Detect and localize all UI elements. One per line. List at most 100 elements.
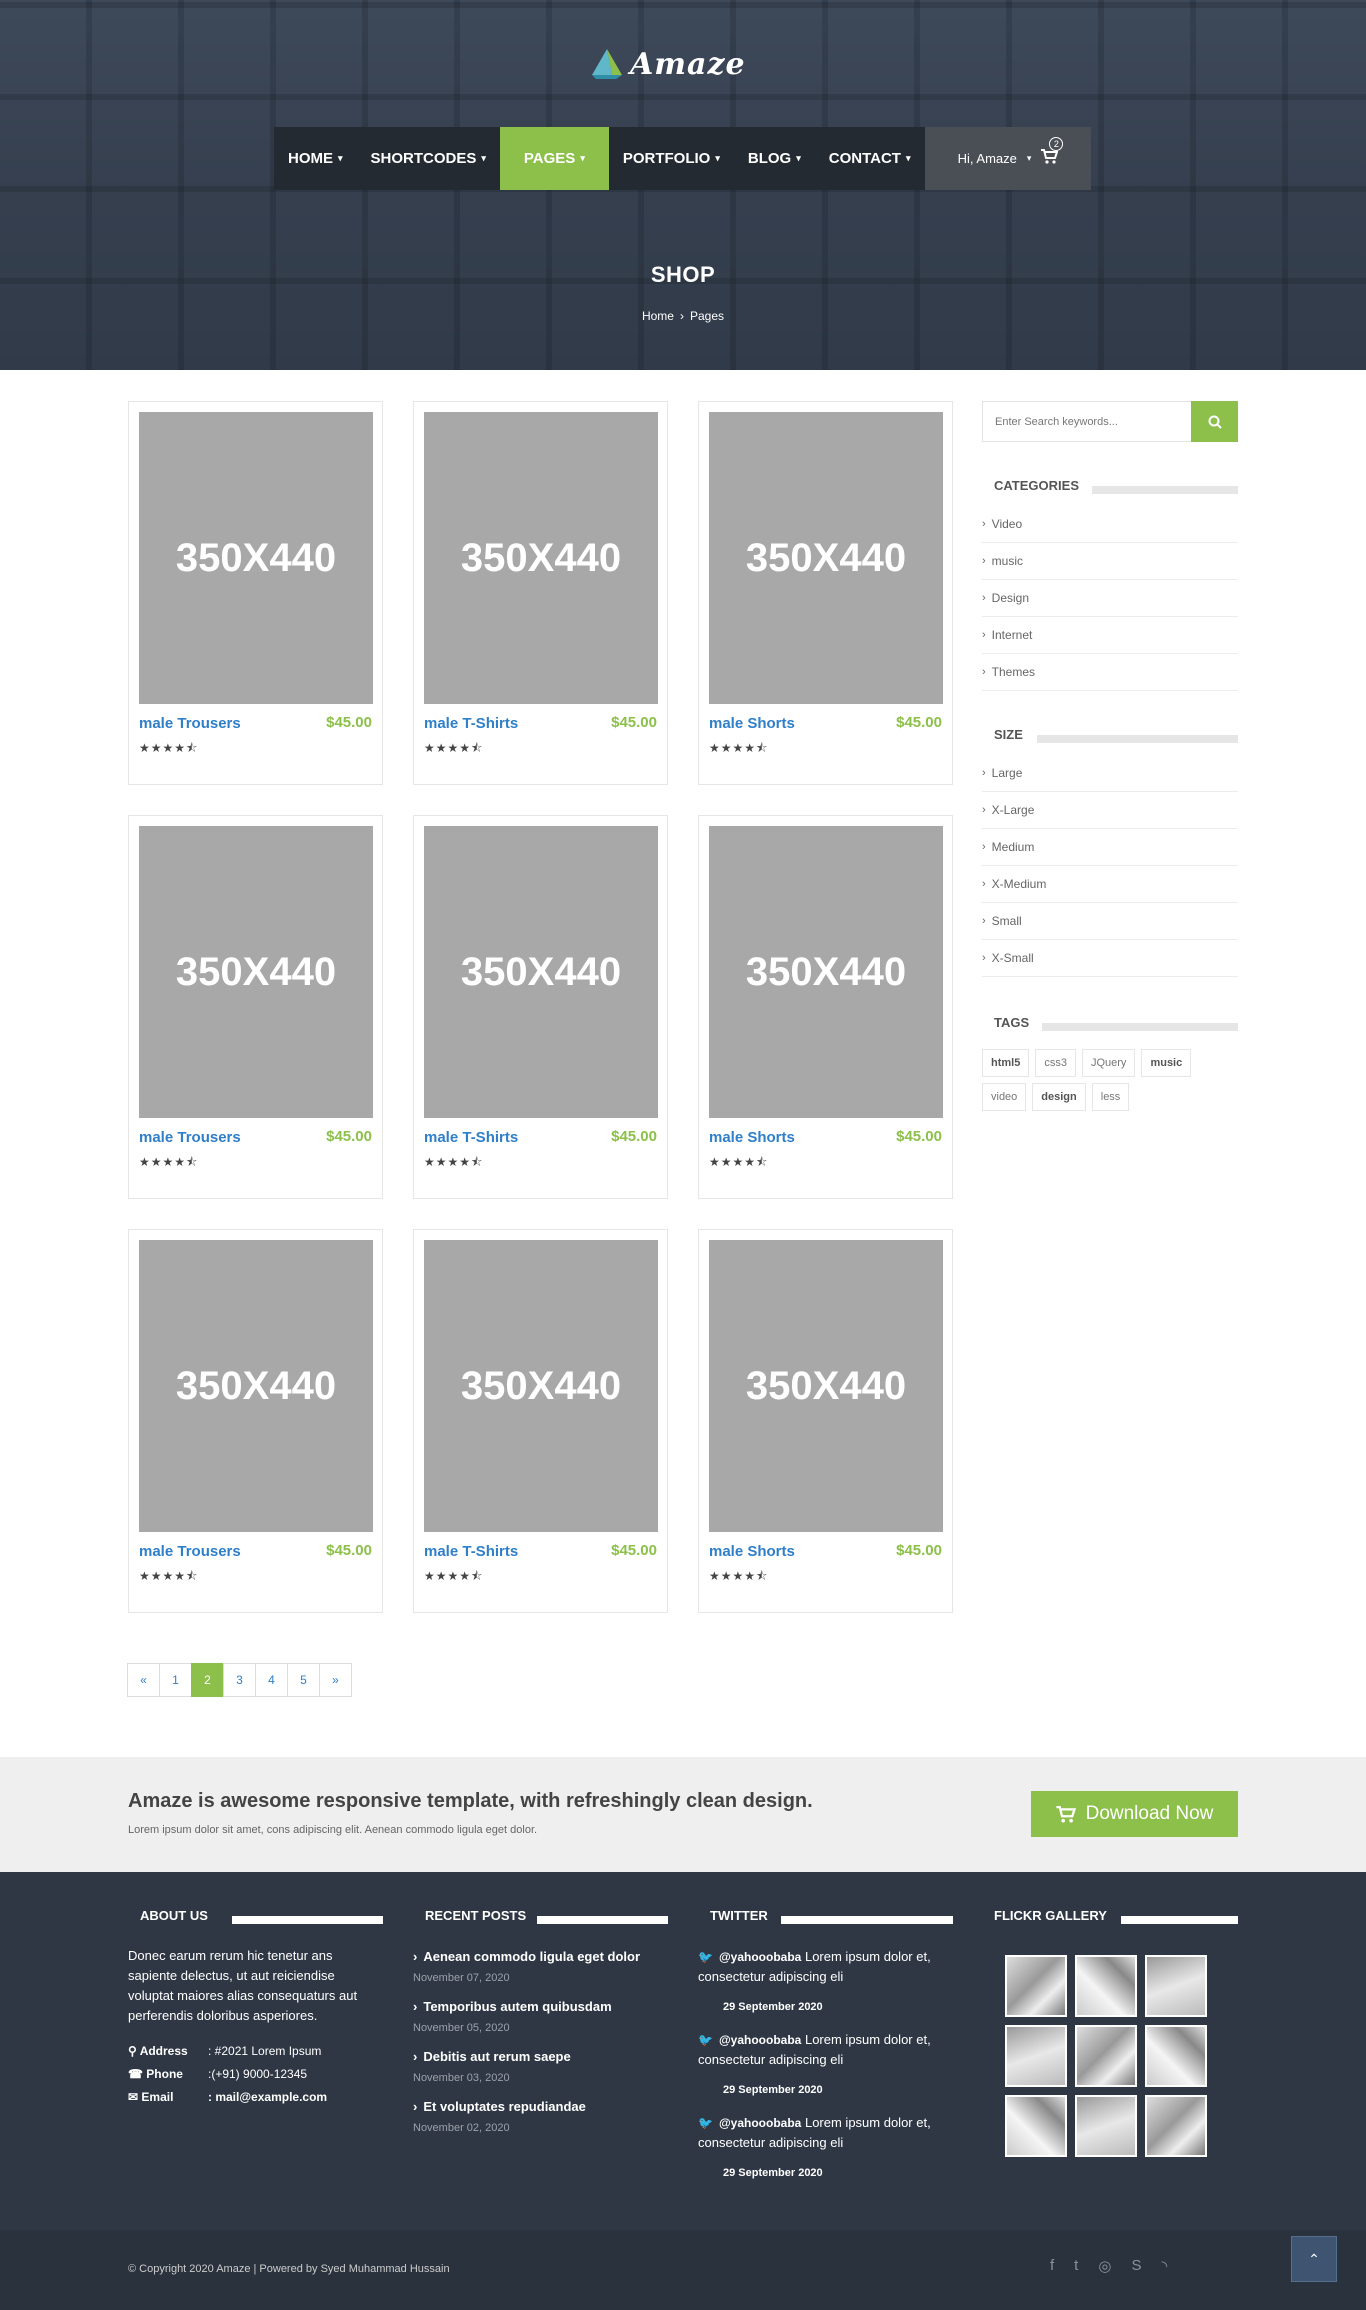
product-name[interactable]: male T-Shirts <box>424 1129 518 1146</box>
breadcrumb-pages: Pages <box>689 309 725 323</box>
product-image[interactable]: 350X440 <box>139 1240 373 1532</box>
product-card[interactable]: 350X440 male Trousers $45.00 ★★★★⯪ <box>128 401 383 785</box>
pagination-page[interactable]: 4 <box>255 1663 288 1697</box>
rss-icon[interactable]: ◝ <box>1161 2257 1167 2275</box>
product-card[interactable]: 350X440 male Shorts $45.00 ★★★★⯪ <box>698 1229 953 1613</box>
search-input[interactable] <box>982 401 1191 442</box>
size-item[interactable]: › Small <box>982 903 1238 940</box>
product-card[interactable]: 350X440 male T-Shirts $45.00 ★★★★⯪ <box>413 815 668 1199</box>
gallery-thumbnail[interactable] <box>1145 1955 1207 2017</box>
product-image[interactable]: 350X440 <box>424 412 658 704</box>
nav-item-blog[interactable]: BLOG ▾ <box>734 127 815 190</box>
product-image[interactable]: 350X440 <box>139 826 373 1118</box>
product-card[interactable]: 350X440 male Trousers $45.00 ★★★★⯪ <box>128 815 383 1199</box>
site-logo[interactable]: Amaze <box>590 44 746 84</box>
product-image[interactable]: 350X440 <box>424 826 658 1118</box>
category-item[interactable]: › Internet <box>982 617 1238 654</box>
user-menu[interactable]: Hi, Amaze ▾ 2 <box>925 127 1091 190</box>
chevron-up-icon: ⌃ <box>1308 2250 1320 2267</box>
gallery-thumbnail[interactable] <box>1005 2025 1067 2087</box>
recent-post[interactable]: › Temporibus autem quibusdam November 05, … <box>413 1999 673 2034</box>
facebook-icon[interactable]: f <box>1050 2257 1054 2275</box>
back-to-top-button[interactable]: ⌃ <box>1291 2236 1337 2282</box>
product-image[interactable]: 350X440 <box>139 412 373 704</box>
gallery-thumbnail[interactable] <box>1075 2095 1137 2157</box>
download-now-button[interactable]: Download Now <box>1031 1791 1238 1837</box>
recent-post[interactable]: › Aenean commodo ligula eget dolor Novembe… <box>413 1949 673 1984</box>
cart-icon[interactable]: 2 <box>1041 136 1064 169</box>
footer-title-twitter: TWITTER <box>710 1908 768 1923</box>
skype-icon[interactable]: S <box>1131 2257 1141 2275</box>
recent-post[interactable]: › Et voluptates repudiandae November 02, 2… <box>413 2099 673 2134</box>
product-card[interactable]: 350X440 male T-Shirts $45.00 ★★★★⯪ <box>413 1229 668 1613</box>
chevron-right-icon: › <box>413 2099 418 2114</box>
product-card[interactable]: 350X440 male T-Shirts $45.00 ★★★★⯪ <box>413 401 668 785</box>
pagination-next[interactable]: » <box>319 1663 352 1697</box>
tag[interactable]: css3 <box>1035 1049 1076 1077</box>
twitter-icon[interactable]: t <box>1074 2257 1078 2275</box>
star-rating: ★★★★⯪ <box>709 1569 769 1583</box>
product-card[interactable]: 350X440 male Shorts $45.00 ★★★★⯪ <box>698 815 953 1199</box>
size-item[interactable]: › X-Large <box>982 792 1238 829</box>
pagination: « 1 2 3 4 5 » <box>127 1663 352 1697</box>
product-name[interactable]: male T-Shirts <box>424 1543 518 1560</box>
dribbble-icon[interactable]: ◎ <box>1098 2257 1111 2275</box>
product-name[interactable]: male Shorts <box>709 715 795 732</box>
star-rating: ★★★★⯪ <box>139 1569 199 1583</box>
category-item[interactable]: › Themes <box>982 654 1238 691</box>
product-name[interactable]: male Trousers <box>139 715 241 732</box>
gallery-thumbnail[interactable] <box>1075 2025 1137 2087</box>
phone-icon: ☎ <box>128 2067 143 2081</box>
product-name[interactable]: male T-Shirts <box>424 715 518 732</box>
nav-item-portfolio[interactable]: PORTFOLIO ▾ <box>609 127 734 190</box>
pagination-page-current[interactable]: 2 <box>191 1663 224 1697</box>
product-name[interactable]: male Shorts <box>709 1129 795 1146</box>
recent-post[interactable]: › Debitis aut rerum saepe November 03, 202… <box>413 2049 673 2084</box>
gallery-thumbnail[interactable] <box>1145 2025 1207 2087</box>
gallery-thumbnail[interactable] <box>1005 1955 1067 2017</box>
product-name[interactable]: male Trousers <box>139 1543 241 1560</box>
star-rating: ★★★★⯪ <box>709 741 769 755</box>
pagination-prev[interactable]: « <box>127 1663 160 1697</box>
pagination-page[interactable]: 5 <box>287 1663 320 1697</box>
size-item[interactable]: › Large <box>982 755 1238 792</box>
breadcrumb-home[interactable]: Home <box>642 309 674 323</box>
product-name[interactable]: male Trousers <box>139 1129 241 1146</box>
tag[interactable]: design <box>1032 1083 1086 1111</box>
nav-item-home[interactable]: HOME ▾ <box>274 127 357 190</box>
size-list: › Large › X-Large › Medium › X-Medium › Small… <box>982 755 1238 977</box>
category-item[interactable]: › Design <box>982 580 1238 617</box>
product-image[interactable]: 350X440 <box>709 826 943 1118</box>
widget-title-size: SIZE <box>994 727 1023 742</box>
size-item[interactable]: › Medium <box>982 829 1238 866</box>
product-card[interactable]: 350X440 male Shorts $45.00 ★★★★⯪ <box>698 401 953 785</box>
nav-item-pages[interactable]: PAGES ▾ <box>499 127 609 190</box>
nav-item-contact[interactable]: CONTACT ▾ <box>815 127 925 190</box>
star-rating: ★★★★⯪ <box>424 1569 484 1583</box>
size-item[interactable]: › X-Medium <box>982 866 1238 903</box>
product-card[interactable]: 350X440 male Trousers $45.00 ★★★★⯪ <box>128 1229 383 1613</box>
pagination-page[interactable]: 1 <box>159 1663 192 1697</box>
search-button[interactable] <box>1191 401 1238 442</box>
gallery-thumbnail[interactable] <box>1075 1955 1137 2017</box>
chevron-right-icon: › <box>413 2049 418 2064</box>
gallery-thumbnail[interactable] <box>1005 2095 1067 2157</box>
category-item[interactable]: › music <box>982 543 1238 580</box>
product-image[interactable]: 350X440 <box>709 1240 943 1532</box>
nav-item-shortcodes[interactable]: SHORTCODES ▾ <box>357 127 500 190</box>
tag[interactable]: html5 <box>982 1049 1030 1077</box>
tag[interactable]: video <box>982 1083 1027 1111</box>
gallery-thumbnail[interactable] <box>1145 2095 1207 2157</box>
product-name[interactable]: male Shorts <box>709 1543 795 1560</box>
category-item[interactable]: › Video <box>982 506 1238 543</box>
page: { "brand": {"name": "Amaze", "accent": "… <box>0 0 1366 2310</box>
chevron-right-icon: › <box>982 841 986 853</box>
page-title: SHOP <box>650 262 716 287</box>
pagination-page[interactable]: 3 <box>223 1663 256 1697</box>
tag[interactable]: less <box>1091 1083 1130 1111</box>
tag[interactable]: JQuery <box>1081 1049 1136 1077</box>
size-item[interactable]: › X-Small <box>982 940 1238 977</box>
product-image[interactable]: 350X440 <box>709 412 943 704</box>
product-image[interactable]: 350X440 <box>424 1240 658 1532</box>
tag[interactable]: music <box>1141 1049 1192 1077</box>
